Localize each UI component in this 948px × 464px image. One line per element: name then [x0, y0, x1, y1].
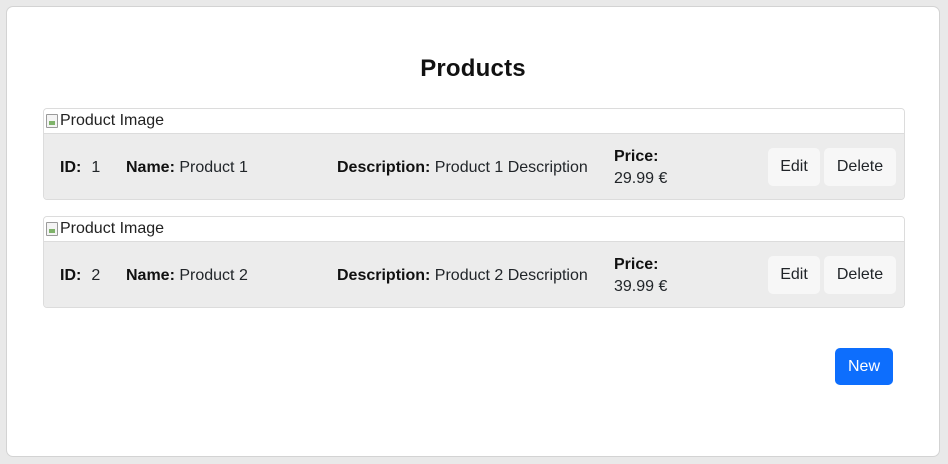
product-details: ID: 1 Name: Product 1 Description: Produc… [44, 134, 904, 199]
product-name-label: Name: [126, 267, 175, 284]
broken-image-icon [46, 114, 58, 128]
product-price-field: Price: 29.99 € [614, 146, 667, 190]
products-panel: Products Product Image ID: 1 Name: Produc… [6, 6, 940, 457]
product-id-label: ID: [60, 267, 82, 284]
product-id-field: ID: 2 [60, 266, 100, 286]
product-image: Product Image [44, 109, 904, 134]
product-description-field: Description: Product 1 Description [337, 158, 588, 178]
product-description-value: Product 2 Description [434, 267, 588, 284]
product-details: ID: 2 Name: Product 2 Description: Produc… [44, 242, 904, 307]
product-name-value: Product 2 [179, 267, 248, 284]
product-description-label: Description: [337, 159, 431, 176]
product-name-field: Name: Product 2 [126, 266, 248, 286]
product-id-value: 2 [91, 267, 101, 284]
product-price-field: Price: 39.99 € [614, 254, 667, 298]
product-description-field: Description: Product 2 Description [337, 266, 588, 286]
page-title: Products [420, 55, 526, 82]
product-price-label: Price: [614, 256, 659, 273]
product-image-alt-text: Product Image [60, 112, 165, 129]
product-id-label: ID: [60, 159, 82, 176]
product-description-label: Description: [337, 267, 431, 284]
new-product-button[interactable]: New [835, 348, 893, 385]
product-image-alt-text: Product Image [60, 220, 165, 237]
product-name-label: Name: [126, 159, 175, 176]
product-price-value: 39.99 € [614, 278, 668, 295]
product-name-value: Product 1 [179, 159, 248, 176]
edit-button[interactable]: Edit [768, 148, 820, 186]
product-id-field: ID: 1 [60, 158, 100, 178]
product-id-value: 1 [91, 159, 101, 176]
product-name-field: Name: Product 1 [126, 158, 248, 178]
product-image: Product Image [44, 217, 904, 242]
product-card: Product Image ID: 2 Name: Product 2 Descr… [43, 216, 905, 308]
product-description-value: Product 1 Description [434, 159, 588, 176]
edit-button[interactable]: Edit [768, 256, 820, 294]
product-card: Product Image ID: 1 Name: Product 1 Descr… [43, 108, 905, 200]
delete-button[interactable]: Delete [824, 148, 896, 186]
broken-image-icon [46, 222, 58, 236]
product-price-label: Price: [614, 148, 659, 165]
delete-button[interactable]: Delete [824, 256, 896, 294]
product-price-value: 29.99 € [614, 170, 668, 187]
